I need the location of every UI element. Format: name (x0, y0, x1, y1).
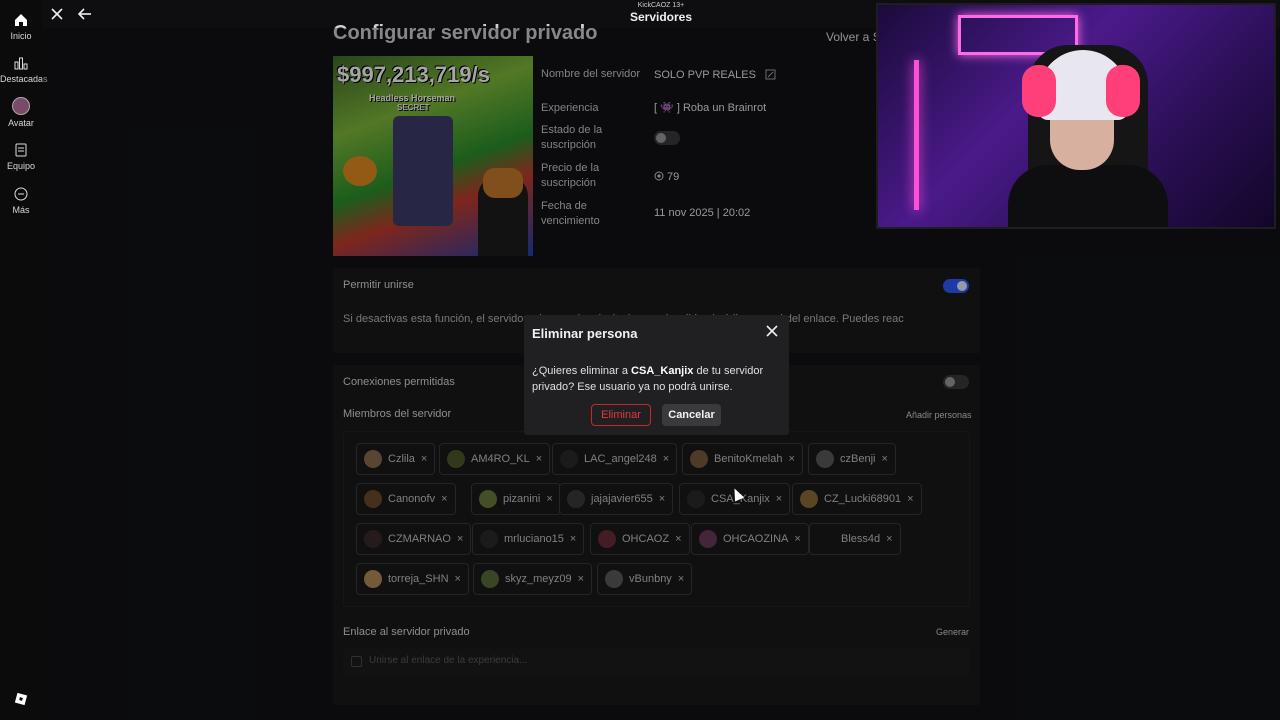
neon-light (914, 60, 919, 210)
app-window: Inicio Destacadas Avatar Equipo Más Kick… (0, 0, 1280, 720)
team-icon (15, 143, 27, 157)
avatar-icon (12, 97, 30, 115)
headphone-left (1022, 65, 1056, 117)
cancel-button[interactable]: Cancelar (662, 404, 721, 426)
close-icon[interactable] (764, 323, 780, 339)
close-icon[interactable] (48, 5, 66, 23)
back-arrow-icon[interactable] (76, 5, 94, 23)
sidebar-item-avatar[interactable]: Avatar (0, 97, 42, 128)
remove-person-dialog: Eliminar persona ¿Quieres eliminar a CSA… (524, 315, 789, 435)
sidebar-item-home[interactable]: Inicio (0, 12, 42, 41)
home-icon (15, 14, 27, 26)
chart-icon (14, 57, 28, 70)
dialog-message-user: CSA_Kanjix (631, 365, 694, 377)
more-icon (14, 187, 28, 201)
sidebar: Inicio Destacadas Avatar Equipo Más (0, 0, 48, 720)
dialog-title: Eliminar persona (532, 326, 638, 341)
headphone-right (1106, 65, 1140, 117)
dialog-message-prefix: ¿Quieres eliminar a (532, 365, 632, 377)
sidebar-item-featured[interactable]: Destacadas (0, 55, 48, 84)
sidebar-item-team[interactable]: Equipo (0, 142, 42, 171)
sidebar-item-label: Avatar (8, 118, 34, 128)
streamer-body (1008, 165, 1168, 227)
delete-button[interactable]: Eliminar (591, 404, 651, 426)
sidebar-item-more[interactable]: Más (0, 186, 42, 215)
sidebar-item-label: Inicio (10, 31, 32, 41)
dialog-message: ¿Quieres eliminar a CSA_Kanjix de tu ser… (532, 363, 777, 395)
sidebar-item-label: Equipo (6, 161, 36, 171)
sidebar-item-label: Más (12, 205, 30, 215)
webcam-overlay (876, 3, 1276, 229)
sidebar-item-label: Destacadas (0, 74, 48, 84)
roblox-logo-icon[interactable] (14, 692, 28, 706)
